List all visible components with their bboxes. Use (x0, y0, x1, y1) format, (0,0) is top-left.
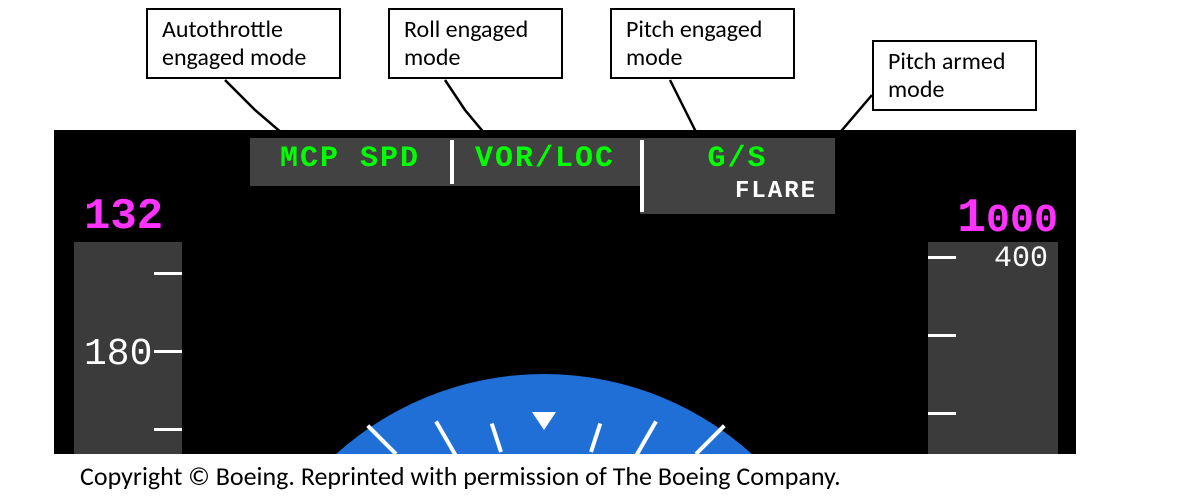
fma-bar: MCP SPD VOR/LOC G/S FLARE (250, 138, 835, 214)
pfd-panel: MCP SPD VOR/LOC G/S FLARE 132 180 1000 4… (54, 130, 1076, 454)
speed-tick (154, 272, 182, 275)
callout-autothrottle: Autothrottle engaged mode (146, 8, 341, 79)
callout-pitch-armed: Pitch armed mode (872, 40, 1037, 111)
callout-roll: Roll engaged mode (388, 8, 563, 79)
fma-pitch-armed-value: FLARE (640, 178, 835, 205)
fma-autothrottle-value: MCP SPD (250, 142, 450, 176)
alt-tick (928, 334, 956, 337)
adi-pointer-icon (532, 412, 556, 430)
alt-tick (928, 412, 956, 415)
speed-tick (154, 350, 182, 353)
altitude-tape-value: 400 (994, 242, 1048, 276)
callout-pitch-engaged-text: Pitch engaged mode (626, 15, 762, 72)
alt-tick (928, 256, 956, 259)
fma-roll-value: VOR/LOC (450, 142, 640, 176)
selected-speed: 132 (84, 192, 163, 242)
selected-alt-lead: 1 (957, 192, 986, 246)
callout-pitch-armed-text: Pitch armed mode (888, 47, 1005, 104)
callout-autothrottle-text: Autothrottle engaged mode (162, 15, 306, 72)
callout-pitch-engaged: Pitch engaged mode (610, 8, 795, 79)
callout-roll-text: Roll engaged mode (404, 15, 528, 72)
fma-pitch-engaged-value: G/S (640, 142, 835, 176)
selected-alt-rest: 000 (986, 199, 1058, 244)
speed-tape-value: 180 (84, 333, 152, 376)
speed-tick (154, 428, 182, 431)
fma-autothrottle-cell: MCP SPD (250, 138, 450, 186)
attitude-indicator (274, 374, 814, 454)
selected-altitude: 1000 (957, 192, 1058, 246)
copyright-caption: Copyright © Boeing. Reprinted with permi… (80, 460, 841, 492)
fma-roll-cell: VOR/LOC (450, 138, 640, 186)
fma-pitch-cell: G/S FLARE (640, 138, 835, 214)
